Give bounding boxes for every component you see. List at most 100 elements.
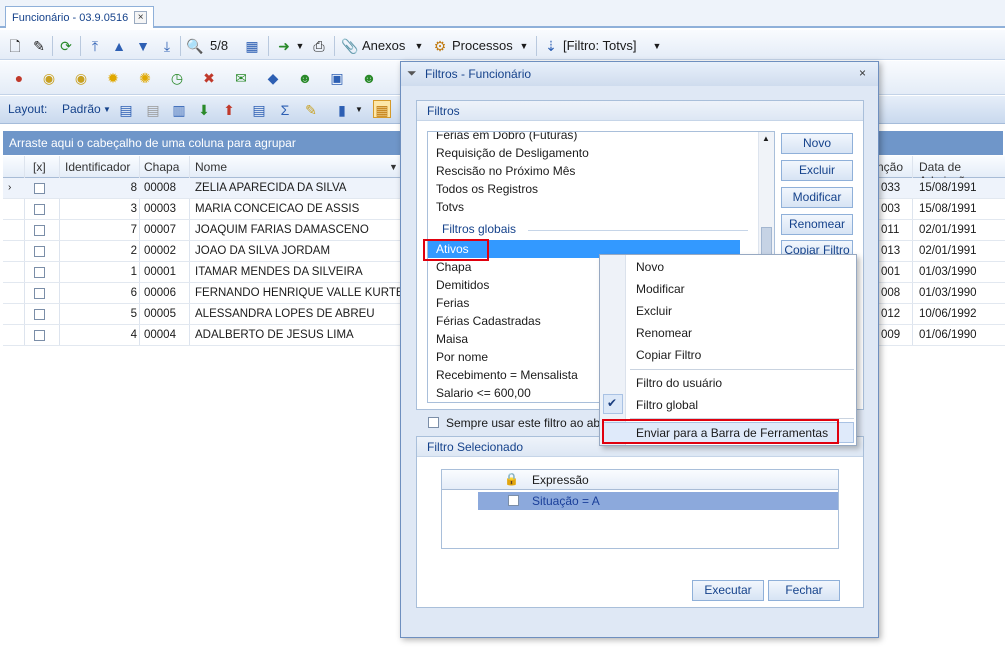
column-identificador[interactable]: Identificador bbox=[65, 160, 130, 174]
export-layout-icon[interactable]: ⬆ bbox=[220, 101, 238, 119]
import-layout-icon[interactable]: ⬇ bbox=[195, 101, 213, 119]
column-nome[interactable]: Nome bbox=[195, 160, 227, 174]
always-use-checkbox[interactable] bbox=[428, 417, 439, 428]
dismiss-icon[interactable]: ✖ bbox=[200, 69, 218, 87]
cell-id: 6 bbox=[130, 287, 137, 299]
chevron-down-icon[interactable]: ▼ bbox=[515, 37, 533, 55]
cell-admissao: 01/03/1990 bbox=[919, 266, 977, 278]
previous-record-icon[interactable]: ▲ bbox=[110, 37, 128, 55]
scroll-thumb[interactable] bbox=[761, 227, 772, 257]
paperclip-icon[interactable]: 📎 bbox=[341, 37, 359, 55]
row-checkbox[interactable] bbox=[34, 330, 45, 341]
list-item[interactable]: Totvs bbox=[436, 200, 464, 214]
document-icon[interactable]: ▣ bbox=[328, 69, 346, 87]
scroll-up-icon[interactable]: ▲ bbox=[762, 134, 770, 143]
list-item[interactable]: Por nome bbox=[436, 350, 488, 364]
employee-icon[interactable]: ● bbox=[10, 69, 28, 87]
group-icon[interactable]: ☻ bbox=[360, 69, 378, 87]
row-checkbox[interactable] bbox=[34, 204, 45, 215]
clock-icon[interactable]: ◷ bbox=[168, 69, 186, 87]
print-icon[interactable]: ⎙ bbox=[310, 37, 328, 55]
layout-columns-icon[interactable]: ▥ bbox=[170, 101, 188, 119]
last-record-icon[interactable]: ⤓ bbox=[158, 37, 176, 55]
stack-icon[interactable]: ◆ bbox=[264, 69, 282, 87]
envelope-icon[interactable]: ✉ bbox=[232, 69, 250, 87]
menu-item-renomear[interactable]: Renomear bbox=[636, 326, 692, 340]
money-icon[interactable]: ◉ bbox=[72, 69, 90, 87]
chevron-down-icon[interactable]: ▼ bbox=[648, 37, 666, 55]
menu-item-novo[interactable]: Novo bbox=[636, 260, 664, 274]
novo-button[interactable]: Novo bbox=[781, 133, 853, 154]
tab-funcionario[interactable]: Funcionário - 03.9.0516 × bbox=[5, 6, 155, 28]
sum-icon[interactable]: Σ bbox=[276, 101, 294, 119]
chevron-down-icon[interactable]: ▼ bbox=[350, 101, 368, 119]
chart-icon[interactable]: ▮ bbox=[333, 101, 351, 119]
menu-item-copiar-filtro[interactable]: Copiar Filtro bbox=[636, 348, 701, 362]
column-funcao[interactable]: nção bbox=[877, 160, 903, 174]
list-item[interactable]: Demitidos bbox=[436, 278, 489, 292]
edit-record-icon[interactable]: ✎ bbox=[30, 37, 48, 55]
excluir-button[interactable]: Excluir bbox=[781, 160, 853, 181]
menu-item-filtro-global[interactable]: Filtro global bbox=[636, 398, 698, 412]
menu-item-excluir[interactable]: Excluir bbox=[636, 304, 672, 318]
edit-layout-icon[interactable]: ✎ bbox=[302, 101, 320, 119]
chevron-down-icon[interactable]: ▼ bbox=[98, 101, 116, 119]
executar-button[interactable]: Executar bbox=[692, 580, 764, 601]
attachments-menu[interactable]: Anexos bbox=[362, 38, 405, 53]
list-item[interactable]: Requisição de Desligamento bbox=[436, 146, 589, 160]
first-record-icon[interactable]: ⤒ bbox=[86, 37, 104, 55]
list-item[interactable]: Salario <= 600,00 bbox=[436, 386, 531, 400]
layout-grid-icon[interactable]: ▤ bbox=[117, 101, 135, 119]
users-icon[interactable]: ☻ bbox=[296, 69, 314, 87]
filter-menu[interactable]: [Filtro: Totvs] bbox=[563, 38, 636, 53]
annotation-ativos bbox=[423, 239, 489, 261]
calendar-grid-icon[interactable]: ▦ bbox=[243, 37, 261, 55]
fechar-button[interactable]: Fechar bbox=[768, 580, 840, 601]
list-item[interactable]: Ferias bbox=[436, 296, 469, 310]
chevron-down-icon[interactable]: ▼ bbox=[291, 37, 309, 55]
coins-icon[interactable]: ◉ bbox=[40, 69, 58, 87]
list-item[interactable]: Todos os Registros bbox=[436, 182, 538, 196]
list-item[interactable]: Chapa bbox=[436, 260, 471, 274]
active-view-icon[interactable]: ▦ bbox=[373, 100, 391, 118]
cell-funcao: 001 bbox=[881, 266, 901, 278]
expression-checkbox[interactable] bbox=[508, 495, 519, 506]
cell-id: 8 bbox=[130, 182, 137, 194]
list-item[interactable]: Férias em Dobro (Futuras) bbox=[436, 132, 577, 142]
menu-item-filtro-usuario[interactable]: Filtro do usuário bbox=[636, 376, 722, 390]
row-checkbox[interactable] bbox=[34, 246, 45, 257]
filter-dropdown-icon[interactable]: ▼ bbox=[389, 162, 398, 172]
menu-item-modificar[interactable]: Modificar bbox=[636, 282, 685, 296]
processes-gear-icon[interactable]: ⚙ bbox=[431, 37, 449, 55]
refresh-icon[interactable]: ⟳ bbox=[57, 37, 75, 55]
next-record-icon[interactable]: ▼ bbox=[134, 37, 152, 55]
sun-icon[interactable]: ✹ bbox=[104, 69, 122, 87]
chevron-down-icon[interactable]: ▼ bbox=[410, 37, 428, 55]
form-icon[interactable]: ▤ bbox=[250, 101, 268, 119]
list-item[interactable]: Férias Cadastradas bbox=[436, 314, 541, 328]
column-chapa[interactable]: Chapa bbox=[144, 160, 179, 174]
row-checkbox[interactable] bbox=[34, 183, 45, 194]
renomear-button[interactable]: Renomear bbox=[781, 214, 853, 235]
row-checkbox[interactable] bbox=[34, 225, 45, 236]
close-icon[interactable]: × bbox=[859, 66, 866, 80]
cell-nome: MARIA CONCEICAO DE ASSIS bbox=[195, 203, 360, 215]
new-record-icon[interactable]: 🗋 bbox=[6, 37, 24, 55]
row-checkbox[interactable] bbox=[34, 267, 45, 278]
modificar-button[interactable]: Modificar bbox=[781, 187, 853, 208]
layout-select[interactable]: Padrão bbox=[62, 102, 101, 116]
close-icon[interactable]: × bbox=[134, 11, 148, 24]
list-item[interactable]: Rescisão no Próximo Mês bbox=[436, 164, 575, 178]
list-item[interactable]: Recebimento = Mensalista bbox=[436, 368, 578, 382]
expression-header: Expressão bbox=[532, 473, 589, 487]
search-icon[interactable]: 🔍 bbox=[186, 37, 204, 55]
row-checkbox[interactable] bbox=[34, 288, 45, 299]
sun-star-icon[interactable]: ✺ bbox=[136, 69, 154, 87]
dialog-titlebar[interactable]: ⏷ Filtros - Funcionário bbox=[401, 62, 878, 86]
cell-nome: ADALBERTO DE JESUS LIMA bbox=[195, 329, 354, 341]
row-checkbox[interactable] bbox=[34, 309, 45, 320]
column-select[interactable]: [x] bbox=[33, 160, 46, 174]
processes-menu[interactable]: Processos bbox=[452, 38, 513, 53]
list-item[interactable]: Maisa bbox=[436, 332, 468, 346]
filter-icon[interactable]: ⇣ bbox=[542, 37, 560, 55]
